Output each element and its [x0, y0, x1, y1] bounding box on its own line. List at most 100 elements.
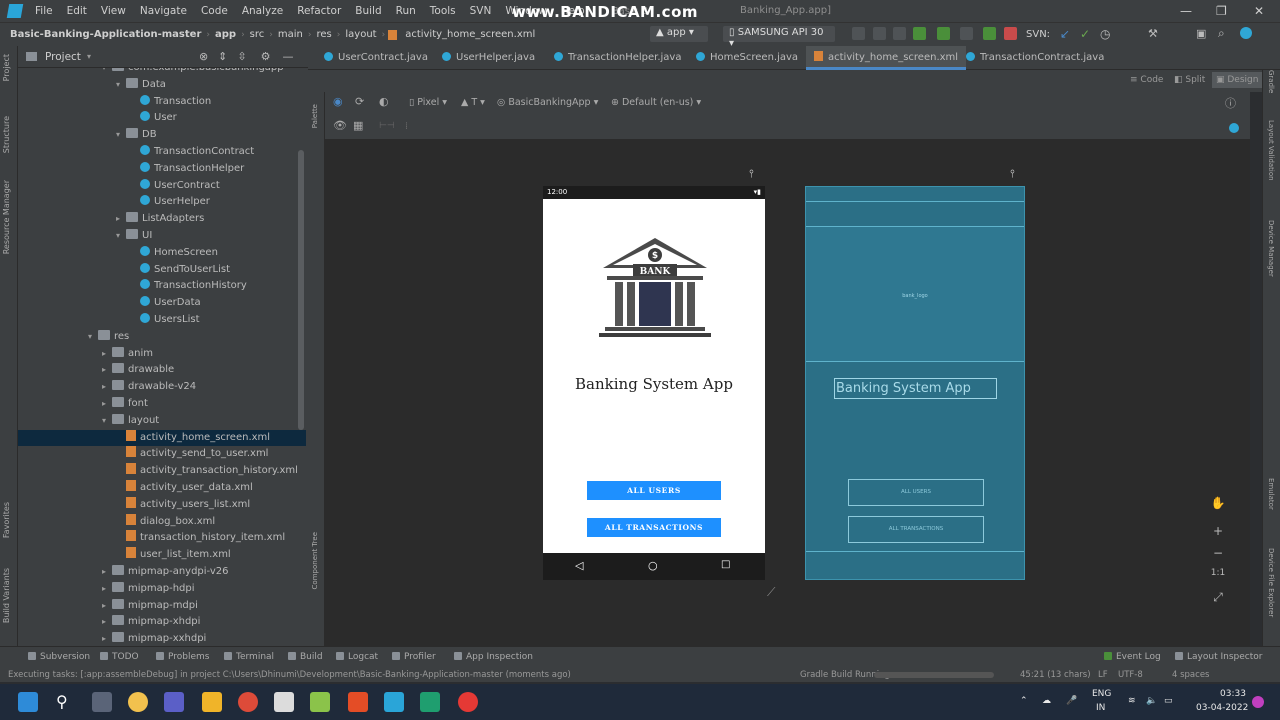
clock-date[interactable]: 03-04-2022	[1196, 703, 1248, 713]
chevron-right-icon[interactable]: ▸	[102, 564, 112, 580]
teams-chat-icon[interactable]	[164, 692, 184, 712]
tree-class[interactable]: Transaction	[130, 94, 211, 110]
view-mode-code[interactable]: ≡ Code	[1130, 75, 1163, 85]
design-surface-icon[interactable]: ◉	[333, 95, 343, 108]
menu-view[interactable]: View	[94, 5, 133, 17]
chevron-right-icon[interactable]: ▸	[116, 211, 126, 227]
debug-icon[interactable]	[937, 27, 950, 40]
chevron-right-icon[interactable]: ▸	[102, 362, 112, 378]
sdk-manager-icon[interactable]: ⚒	[1148, 27, 1158, 40]
editor-tab[interactable]: UserHelper.java	[434, 46, 543, 70]
chevron-right-icon[interactable]: ▸	[102, 614, 112, 630]
component-tree-tab[interactable]: Component Tree	[311, 532, 319, 589]
recents-icon[interactable]: □	[721, 559, 730, 570]
blueprint-preview[interactable]: bank_logo Banking System App ALL USERS A…	[805, 186, 1025, 580]
side-tab-device-manager[interactable]: Device Manager	[1267, 220, 1275, 277]
editor-tab[interactable]: HomeScreen.java	[688, 46, 806, 70]
warnings-icon[interactable]: ⓘ	[1225, 95, 1236, 111]
palette-tab[interactable]: Palette	[311, 104, 319, 128]
view-mode-split[interactable]: ◧ Split	[1174, 75, 1205, 85]
tree-class[interactable]: UserContract	[130, 178, 220, 194]
tree-folder[interactable]: ▸ mipmap-anydpi-v26	[102, 564, 229, 580]
zoom-fit-icon[interactable]: ⤢	[1210, 590, 1226, 605]
blueprint-all-users-button[interactable]: ALL USERS	[848, 479, 984, 506]
profile-icon[interactable]	[960, 27, 973, 40]
tree-class[interactable]: UserHelper	[130, 194, 210, 210]
stop-icon[interactable]	[1004, 27, 1017, 40]
tree-class[interactable]: SendToUserList	[130, 262, 230, 278]
tree-class[interactable]: TransactionContract	[130, 144, 254, 160]
chevron-down-icon[interactable]: ▾	[116, 127, 126, 143]
tree-folder[interactable]: ▸ mipmap-hdpi	[102, 581, 195, 597]
editor-tab[interactable]: TransactionContract.java	[958, 46, 1112, 70]
bottom-tab-profiler[interactable]: Profiler	[392, 652, 436, 662]
design-canvas[interactable]	[325, 140, 1250, 646]
blueprint-all-transactions-button[interactable]: ALL TRANSACTIONS	[848, 516, 984, 543]
app-icon[interactable]	[420, 692, 440, 712]
chevron-down-icon[interactable]: ▾	[102, 413, 112, 429]
api-dropdown[interactable]: ▲ T ▾	[461, 97, 485, 108]
tree-folder[interactable]: ▸ mipmap-xxhdpi	[102, 631, 206, 646]
pin-icon[interactable]: ⫯	[749, 167, 754, 181]
tree-folder[interactable]: ▾ layout	[102, 413, 159, 429]
chevron-right-icon[interactable]: ▸	[102, 346, 112, 362]
menu-run[interactable]: Run	[389, 5, 423, 17]
tree-folder[interactable]: ▸ mipmap-mdpi	[102, 598, 198, 614]
tree-file[interactable]: activity_send_to_user.xml	[116, 446, 268, 462]
side-tab-layout-validation[interactable]: Layout Validation	[1267, 120, 1275, 181]
menu-tools[interactable]: Tools	[423, 5, 463, 17]
notification-icon[interactable]	[1252, 696, 1264, 708]
menu-navigate[interactable]: Navigate	[133, 5, 194, 17]
tree-folder[interactable]: ▸ anim	[102, 346, 153, 362]
project-tree[interactable]: ▾com.example.basicbankingapp▾DataTransac…	[18, 68, 308, 646]
menu-analyze[interactable]: Analyze	[235, 5, 290, 17]
all-transactions-button[interactable]: ALL TRANSACTIONS	[587, 518, 721, 537]
guideline-icon[interactable]: ⁞	[405, 121, 408, 132]
expand-all-icon[interactable]: ⇕	[218, 50, 227, 63]
lang-bottom[interactable]: IN	[1096, 703, 1105, 713]
menu-svn[interactable]: SVN	[463, 5, 499, 17]
side-tab-gradle[interactable]: Gradle	[1267, 70, 1275, 93]
editor-tab[interactable]: activity_home_screen.xml	[806, 46, 967, 70]
tray-chevron-icon[interactable]: ⌃	[1020, 696, 1028, 706]
tree-folder[interactable]: ▾ com.example.basicbankingapp	[102, 68, 284, 76]
office-icon[interactable]	[348, 692, 368, 712]
tree-class[interactable]: HomeScreen	[130, 245, 218, 261]
mic-icon[interactable]: 🎤	[1066, 696, 1077, 706]
chrome-icon[interactable]	[238, 692, 258, 712]
tree-folder[interactable]: ▸ drawable	[102, 362, 174, 378]
winrar-icon[interactable]	[310, 692, 330, 712]
clock-time[interactable]: 03:33	[1220, 689, 1246, 699]
chevron-down-icon[interactable]: ▾	[102, 68, 112, 76]
battery-icon[interactable]: ▭	[1164, 696, 1173, 706]
pin-icon[interactable]: ⫯	[1010, 167, 1015, 181]
caret-position[interactable]: 45:21 (13 chars)	[1020, 668, 1091, 682]
line-separator[interactable]: LF	[1098, 668, 1108, 682]
file-encoding[interactable]: UTF-8	[1118, 668, 1143, 682]
minimize-icon[interactable]: —	[1180, 4, 1192, 18]
device-dropdown[interactable]: ▯ Pixel ▾	[409, 97, 447, 108]
task-view-icon[interactable]	[92, 692, 112, 712]
all-users-button[interactable]: ALL USERS	[587, 481, 721, 500]
side-tab-device-file-explorer[interactable]: Device File Explorer	[1267, 548, 1275, 617]
menu-code[interactable]: Code	[194, 5, 235, 17]
zoom-in-icon[interactable]: +	[1210, 524, 1226, 538]
android-studio-taskbar-icon[interactable]	[384, 692, 404, 712]
editor-tab[interactable]: UserContract.java	[316, 46, 436, 70]
tree-folder[interactable]: ▾ UI	[116, 228, 152, 244]
side-tab-project[interactable]: Project	[2, 54, 11, 81]
breadcrumb-src[interactable]: src	[245, 29, 270, 40]
tree-class[interactable]: User	[130, 110, 177, 126]
indent-setting[interactable]: 4 spaces	[1172, 668, 1209, 682]
breadcrumb-layout[interactable]: layout	[340, 29, 381, 40]
bottom-tab-build[interactable]: Build	[288, 652, 323, 662]
tree-class[interactable]: TransactionHelper	[130, 161, 244, 177]
wifi-icon[interactable]: ≋	[1128, 696, 1136, 706]
search-icon[interactable]: ⌕	[1218, 26, 1225, 41]
store-icon[interactable]	[274, 692, 294, 712]
side-tab-favorites[interactable]: Favorites	[2, 502, 11, 538]
tree-file[interactable]: transaction_history_item.xml	[116, 530, 285, 546]
widgets-icon[interactable]	[128, 692, 148, 712]
breadcrumb-app[interactable]: app	[210, 29, 241, 40]
restore-icon[interactable]: ❐	[1216, 4, 1227, 18]
